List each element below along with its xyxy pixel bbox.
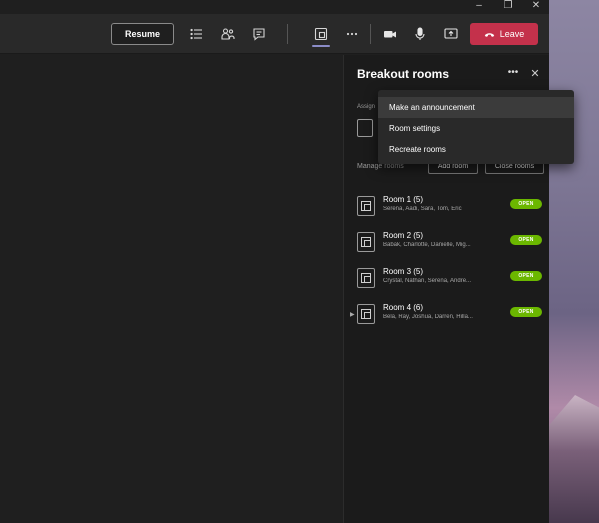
camera-icon[interactable] xyxy=(380,24,400,44)
room-members: Babak, Charlotte, Danielle, Mig... xyxy=(383,242,471,248)
toolbar-divider xyxy=(287,24,288,44)
room-name: Room 3 (5) xyxy=(383,267,424,276)
room-name: Room 2 (5) xyxy=(383,231,424,240)
resume-button[interactable]: Resume xyxy=(111,23,174,45)
leave-label: Leave xyxy=(499,29,525,39)
room-icon xyxy=(357,196,375,216)
room-members: Crystal, Nathan, Serena, Andre... xyxy=(383,278,472,284)
menu-item-recreate-rooms[interactable]: Recreate rooms xyxy=(378,139,574,160)
meeting-toolbar: Resume Leave xyxy=(0,14,549,54)
participants-list-icon[interactable] xyxy=(187,24,207,44)
share-screen-icon[interactable] xyxy=(441,24,461,44)
room-icon xyxy=(357,304,375,324)
assign-label: Assign xyxy=(357,104,376,110)
desktop-wallpaper xyxy=(549,0,599,523)
room-list-item[interactable]: ▶ Room 4 (6) Bela, Ray, Joshua, Darren, … xyxy=(344,300,550,332)
room-list-item[interactable]: Room 3 (5) Crystal, Nathan, Serena, Andr… xyxy=(344,264,550,296)
panel-more-options-button[interactable]: ••• xyxy=(506,67,520,81)
menu-item-make-announcement[interactable]: Make an announcement xyxy=(378,97,574,118)
room-icon xyxy=(357,232,375,252)
room-name: Room 1 (5) xyxy=(383,195,424,204)
panel-title: Breakout rooms xyxy=(357,67,450,81)
room-members: Serena, Aadi, Sara, Tom, Eric xyxy=(383,206,462,212)
manage-rooms-label: Manage rooms xyxy=(357,163,404,170)
expand-caret-icon[interactable]: ▶ xyxy=(350,311,355,318)
microphone-icon[interactable] xyxy=(410,24,430,44)
wallpaper-mountain xyxy=(549,395,599,523)
room-list-item[interactable]: Room 1 (5) Serena, Aadi, Sara, Tom, Eric… xyxy=(344,192,550,224)
room-list-item[interactable]: Room 2 (5) Babak, Charlotte, Danielle, M… xyxy=(344,228,550,260)
title-bar: – ❐ ✕ xyxy=(0,0,549,14)
room-icon xyxy=(357,268,375,288)
more-icon[interactable] xyxy=(342,24,362,44)
status-badge: OPEN xyxy=(510,271,542,281)
leave-button[interactable]: Leave xyxy=(470,23,538,45)
room-name: Room 4 (6) xyxy=(383,303,424,312)
status-badge: OPEN xyxy=(510,307,542,317)
active-tab-indicator xyxy=(312,45,330,47)
toolbar-divider xyxy=(370,24,371,44)
chat-icon[interactable] xyxy=(249,24,269,44)
meeting-stage xyxy=(0,55,343,523)
menu-item-room-settings[interactable]: Room settings xyxy=(378,118,574,139)
teams-meeting-window: – ❐ ✕ Resume Leave Breakout rooms ••• ✕ … xyxy=(0,0,574,523)
people-icon[interactable] xyxy=(218,24,238,44)
maximize-button[interactable]: ❐ xyxy=(494,0,522,14)
more-options-menu: Make an announcement Room settings Recre… xyxy=(378,90,574,164)
minimize-button[interactable]: – xyxy=(465,0,493,14)
breakout-rooms-icon[interactable] xyxy=(311,24,331,44)
hang-up-icon xyxy=(484,32,494,37)
status-badge: OPEN xyxy=(510,199,542,209)
window-close-button[interactable]: ✕ xyxy=(522,0,550,14)
room-members: Bela, Ray, Joshua, Darren, Hilla... xyxy=(383,314,473,320)
status-badge: OPEN xyxy=(510,235,542,245)
panel-close-button[interactable]: ✕ xyxy=(528,67,542,81)
assign-participants-icon[interactable] xyxy=(357,119,373,137)
